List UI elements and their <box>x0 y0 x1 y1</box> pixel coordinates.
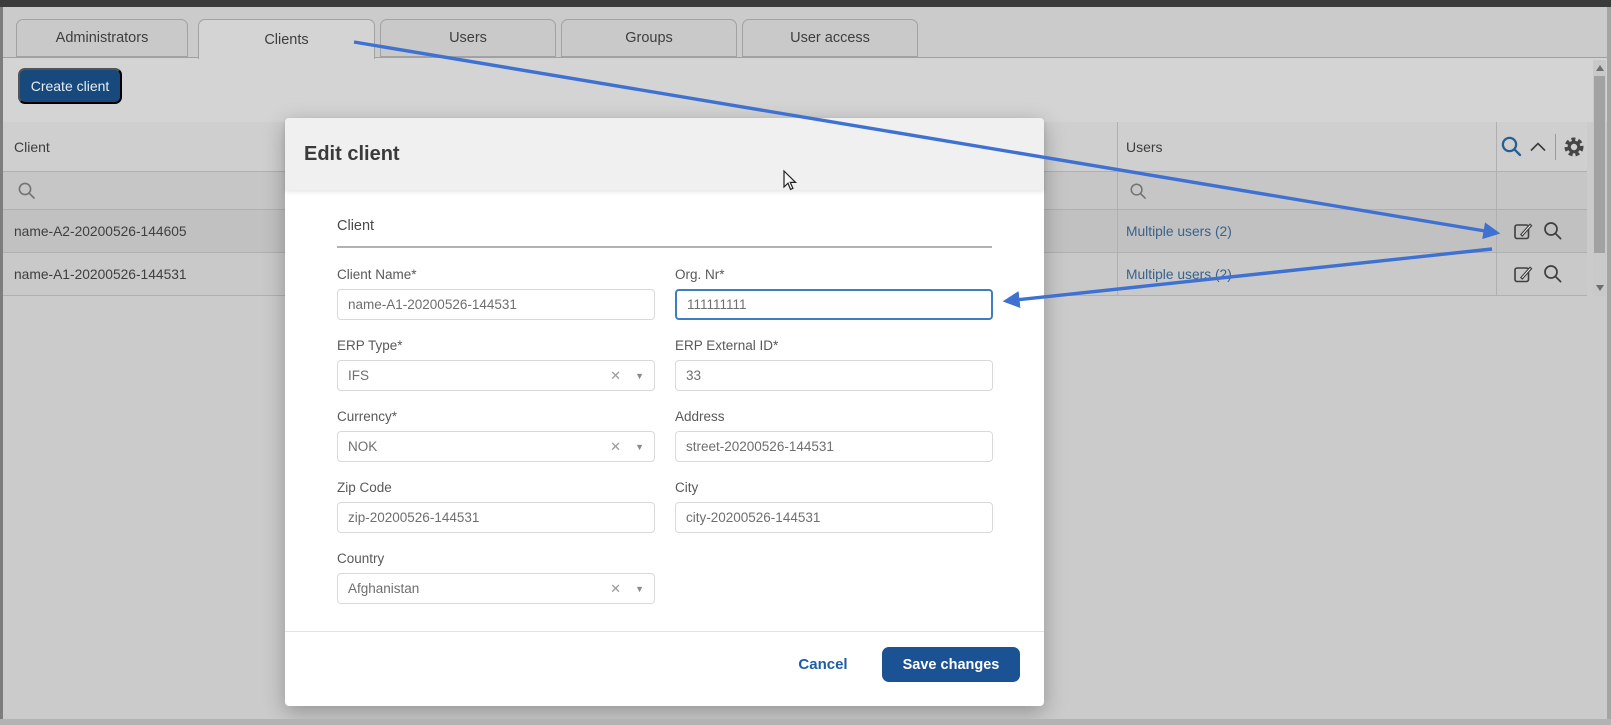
currency-field: Currency* NOK ✕ ▼ <box>337 409 655 462</box>
tab-users[interactable]: Users <box>380 19 556 57</box>
erp-external-id-input[interactable] <box>675 360 993 391</box>
tab-groups[interactable]: Groups <box>561 19 737 57</box>
erp-type-field: ERP Type* IFS ✕ ▼ <box>337 338 655 391</box>
window-border-left <box>0 7 3 725</box>
caret-down-icon[interactable]: ▼ <box>635 584 644 594</box>
tab-clients-label: Clients <box>264 32 308 48</box>
tab-groups-label: Groups <box>625 30 673 46</box>
client-name-field: Client Name* <box>337 267 655 320</box>
modal-header: Edit client <box>285 118 1044 190</box>
client-name-input[interactable] <box>337 289 655 320</box>
window-border-bottom <box>0 719 1611 725</box>
scrollbar-up-arrow[interactable] <box>1596 65 1604 71</box>
client-name-cell: name-A2-20200526-144605 <box>14 210 187 252</box>
erp-external-id-field: ERP External ID* <box>675 338 993 391</box>
client-filter-search-icon[interactable] <box>17 181 37 201</box>
city-field: City <box>675 480 993 533</box>
users-filter-search-icon[interactable] <box>1129 182 1148 201</box>
modal-title: Edit client <box>304 118 400 190</box>
country-field: Country Afghanistan ✕ ▼ <box>337 551 655 604</box>
zip-code-input[interactable] <box>337 502 655 533</box>
save-changes-button[interactable]: Save changes <box>882 647 1020 682</box>
tab-administrators[interactable]: Administrators <box>16 19 188 57</box>
city-label: City <box>675 480 993 498</box>
view-client-search-icon[interactable] <box>1542 220 1564 242</box>
tab-clients[interactable]: Clients <box>198 19 375 59</box>
gear-icon[interactable] <box>1563 136 1585 158</box>
modal-footer-divider <box>285 631 1044 632</box>
column-divider <box>1496 122 1497 296</box>
client-name-cell: name-A1-20200526-144531 <box>14 253 187 295</box>
edit-client-modal: Edit client Client Client Name* Org. Nr*… <box>285 118 1044 706</box>
toolbar <box>3 58 1607 122</box>
clear-icon[interactable]: ✕ <box>610 368 621 384</box>
create-client-button[interactable]: Create client <box>18 68 122 104</box>
clear-icon[interactable]: ✕ <box>610 581 621 597</box>
currency-label: Currency* <box>337 409 655 427</box>
vertical-scrollbar[interactable] <box>1593 60 1606 296</box>
column-header-users: Users <box>1126 122 1163 171</box>
window-border-right <box>1607 7 1611 725</box>
address-label: Address <box>675 409 993 427</box>
section-title-client: Client <box>337 218 374 234</box>
tab-administrators-label: Administrators <box>56 30 149 46</box>
window-border-top <box>0 0 1611 7</box>
address-field: Address <box>675 409 993 462</box>
erp-type-label: ERP Type* <box>337 338 655 356</box>
scrollbar-down-arrow[interactable] <box>1596 285 1604 291</box>
edit-client-icon[interactable] <box>1512 263 1534 285</box>
erp-type-value: IFS <box>348 368 610 383</box>
table-search-icon[interactable] <box>1500 135 1524 159</box>
caret-down-icon[interactable]: ▼ <box>635 371 644 381</box>
edit-client-form: Client Name* Org. Nr* ERP Type* IFS ✕ ▼ … <box>337 267 993 604</box>
clear-icon[interactable]: ✕ <box>610 439 621 455</box>
address-input[interactable] <box>675 431 993 462</box>
view-client-search-icon[interactable] <box>1542 263 1564 285</box>
org-nr-field: Org. Nr* <box>675 267 993 320</box>
org-nr-input[interactable] <box>675 289 993 320</box>
country-value: Afghanistan <box>348 581 610 596</box>
country-label: Country <box>337 551 655 569</box>
caret-down-icon[interactable]: ▼ <box>635 442 644 452</box>
tab-user-access[interactable]: User access <box>742 19 918 57</box>
client-name-label: Client Name* <box>337 267 655 285</box>
tab-users-label: Users <box>449 30 487 46</box>
edit-client-icon[interactable] <box>1512 220 1534 242</box>
erp-type-select[interactable]: IFS ✕ ▼ <box>337 360 655 391</box>
users-link[interactable]: Multiple users (2) <box>1126 224 1232 239</box>
erp-external-id-label: ERP External ID* <box>675 338 993 356</box>
zip-code-field: Zip Code <box>337 480 655 533</box>
country-select[interactable]: Afghanistan ✕ ▼ <box>337 573 655 604</box>
scrollbar-thumb[interactable] <box>1594 76 1605 253</box>
collapse-chevron-up-icon[interactable] <box>1528 137 1548 157</box>
column-header-client: Client <box>14 122 50 171</box>
org-nr-label: Org. Nr* <box>675 267 993 285</box>
section-divider <box>337 246 992 248</box>
zip-code-label: Zip Code <box>337 480 655 498</box>
currency-value: NOK <box>348 439 610 454</box>
users-link[interactable]: Multiple users (2) <box>1126 267 1232 282</box>
header-tools-divider <box>1555 134 1556 160</box>
currency-select[interactable]: NOK ✕ ▼ <box>337 431 655 462</box>
cancel-button[interactable]: Cancel <box>790 647 856 682</box>
column-divider <box>1117 122 1118 296</box>
tab-user-access-label: User access <box>790 30 870 46</box>
city-input[interactable] <box>675 502 993 533</box>
